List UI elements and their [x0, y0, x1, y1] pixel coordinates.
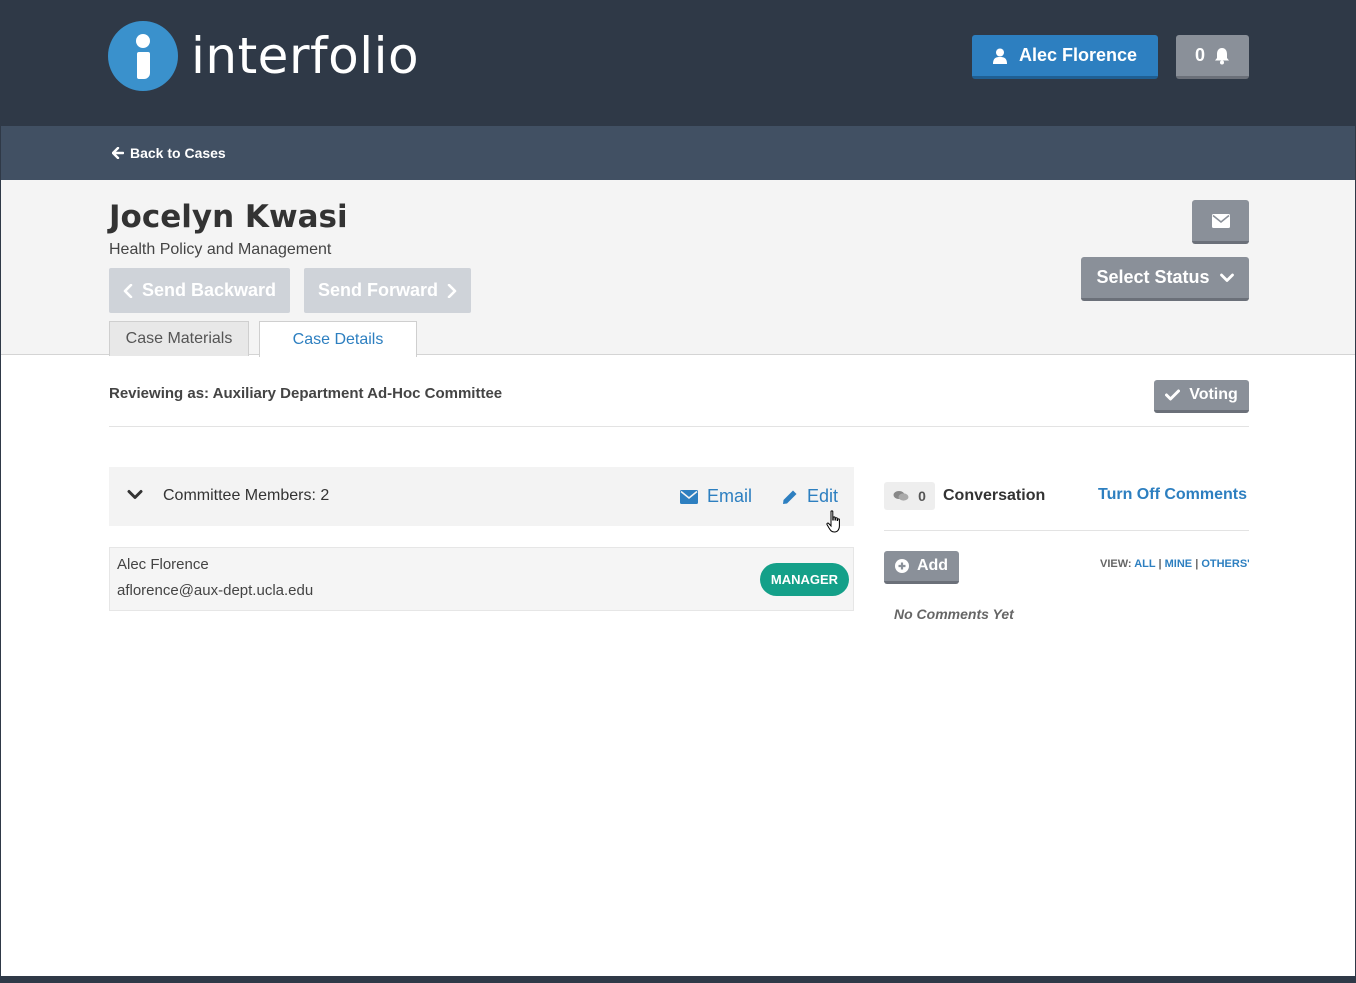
- committee-email-button[interactable]: Email: [680, 486, 752, 507]
- comment-count-badge: 0: [884, 482, 935, 510]
- committee-edit-label: Edit: [807, 486, 839, 506]
- view-others-link[interactable]: OTHERS': [1201, 558, 1249, 570]
- comments-icon: [893, 491, 909, 501]
- select-status-label: Select Status: [1096, 267, 1210, 287]
- reviewing-as-text: Reviewing as: Auxiliary Department Ad-Ho…: [109, 385, 503, 402]
- envelope-icon: [680, 489, 698, 504]
- committee-email-label: Email: [707, 486, 753, 506]
- hand-cursor-icon: [826, 510, 840, 533]
- send-backward-button[interactable]: Send Backward: [109, 268, 290, 313]
- chevron-down-icon: [1219, 273, 1234, 282]
- email-case-button[interactable]: [1192, 200, 1249, 244]
- back-label: Back to Cases: [130, 145, 226, 161]
- send-forward-label: Send Forward: [317, 280, 438, 300]
- member-name: Alec Florence: [117, 556, 209, 573]
- envelope-icon: [1211, 213, 1230, 228]
- send-forward-button[interactable]: Send Forward: [304, 268, 471, 313]
- comment-view-filter: VIEW: ALL | MINE | OTHERS': [1100, 558, 1249, 570]
- manager-badge: MANAGER: [760, 563, 849, 596]
- case-candidate-name: Jocelyn Kwasi: [109, 199, 348, 235]
- comment-count: 0: [918, 488, 926, 504]
- voting-button[interactable]: Voting: [1154, 380, 1249, 413]
- chevron-left-icon: [123, 283, 133, 298]
- view-separator: |: [1195, 558, 1199, 570]
- case-department: Health Policy and Management: [109, 241, 332, 258]
- send-backward-label: Send Backward: [141, 280, 277, 300]
- user-icon: [992, 48, 1007, 64]
- section-divider: [109, 426, 1249, 427]
- arrow-left-icon: [112, 147, 124, 159]
- no-comments-text: No Comments Yet: [894, 606, 1014, 622]
- conversation-divider: [884, 530, 1249, 531]
- member-email: aflorence@aux-dept.ucla.edu: [117, 582, 314, 599]
- turn-off-comments-link[interactable]: Turn Off Comments: [1098, 486, 1247, 504]
- voting-label: Voting: [1189, 386, 1238, 403]
- committee-edit-button[interactable]: Edit: [782, 486, 838, 507]
- notifications-button[interactable]: 0: [1176, 35, 1249, 79]
- bell-icon: [1215, 47, 1229, 64]
- notification-count: 0: [1194, 45, 1205, 65]
- plus-circle-icon: [894, 559, 909, 573]
- pencil-icon: [783, 490, 797, 504]
- view-separator: |: [1158, 558, 1162, 570]
- committee-members-title: Committee Members: 2: [163, 487, 330, 504]
- add-comment-button[interactable]: Add: [884, 551, 959, 584]
- add-label: Add: [916, 557, 949, 574]
- chevron-down-icon[interactable]: [127, 489, 143, 501]
- interfolio-logo[interactable]: interfolio: [108, 21, 419, 91]
- check-icon: [1165, 389, 1181, 401]
- top-header: interfolio Alec Florence 0: [1, 1, 1355, 126]
- back-bar: Back to Cases: [1, 126, 1355, 180]
- tab-case-materials[interactable]: Case Materials: [109, 321, 249, 356]
- view-label: VIEW:: [1100, 558, 1132, 570]
- bottom-strip: [1, 976, 1355, 983]
- back-to-cases-link[interactable]: Back to Cases: [112, 145, 226, 161]
- user-menu-button[interactable]: Alec Florence: [972, 35, 1158, 79]
- committee-member-row: Alec Florence aflorence@aux-dept.ucla.ed…: [109, 547, 854, 611]
- logo-text: interfolio: [191, 27, 420, 85]
- view-mine-link[interactable]: MINE: [1165, 558, 1193, 570]
- committee-members-header[interactable]: Committee Members: 2 Email Edit: [109, 467, 854, 526]
- conversation-title: Conversation: [943, 487, 1046, 504]
- logo-mark: [108, 21, 178, 91]
- chevron-right-icon: [447, 283, 457, 298]
- select-status-button[interactable]: Select Status: [1081, 257, 1249, 301]
- case-header: Jocelyn Kwasi Health Policy and Manageme…: [1, 180, 1355, 357]
- user-name: Alec Florence: [1018, 45, 1138, 65]
- tab-case-details[interactable]: Case Details: [259, 321, 417, 357]
- view-all-link[interactable]: ALL: [1134, 558, 1155, 570]
